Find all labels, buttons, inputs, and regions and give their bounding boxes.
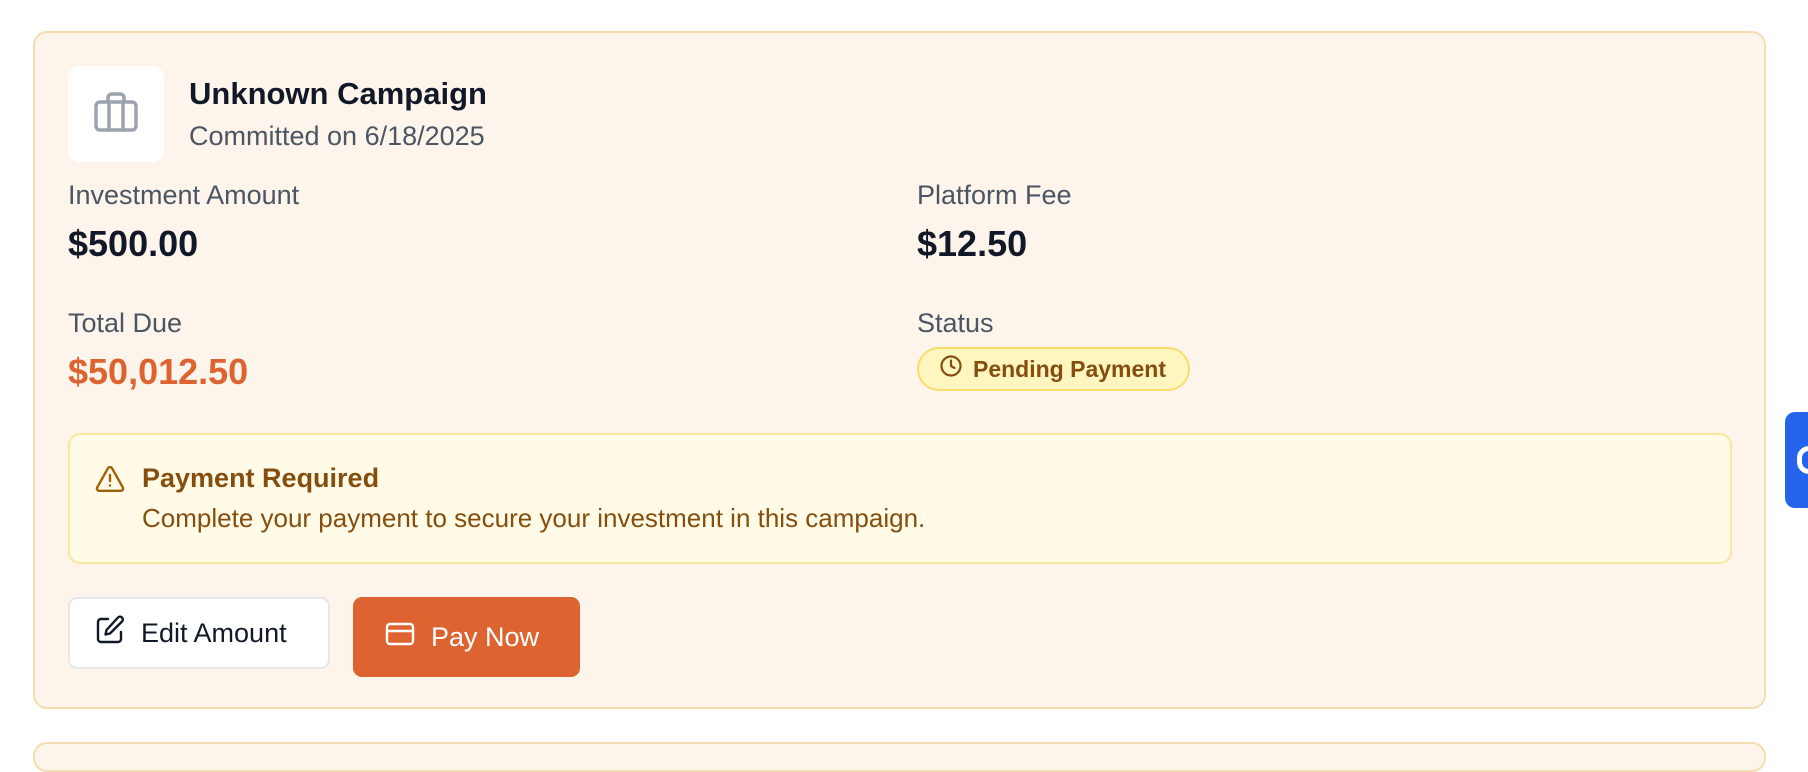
payment-required-alert: Payment Required Complete your payment t… — [68, 433, 1732, 564]
alert-title: Payment Required — [142, 463, 380, 493]
next-investment-card — [33, 742, 1766, 772]
warning-triangle-icon — [95, 465, 125, 498]
campaign-title: Unknown Campaign — [189, 76, 487, 111]
platform-fee-value: $12.50 — [917, 223, 1028, 264]
credit-card-icon — [385, 622, 431, 653]
edit-icon — [95, 614, 141, 652]
total-due-field: Total Due $50,012.50 — [68, 306, 248, 394]
alert-message: Complete your payment to secure your inv… — [142, 503, 926, 533]
committed-date: Committed on 6/18/2025 — [189, 121, 485, 151]
investment-amount-label: Investment Amount — [68, 180, 300, 210]
edit-amount-button[interactable]: Edit Amount — [68, 597, 330, 669]
campaign-header: Unknown Campaign Committed on 6/18/2025 — [68, 66, 487, 162]
briefcase-icon — [94, 91, 138, 137]
side-chat-tab[interactable] — [1785, 412, 1808, 508]
platform-fee-label: Platform Fee — [917, 180, 1072, 210]
status-field: Status Pending Payment — [917, 306, 1190, 391]
total-due-value: $50,012.50 — [68, 351, 249, 392]
pay-now-label: Pay Now — [431, 621, 540, 652]
chat-icon — [1797, 446, 1808, 474]
investment-amount-field: Investment Amount $500.00 — [68, 178, 299, 266]
status-label: Status — [917, 308, 994, 338]
edit-amount-label: Edit Amount — [141, 617, 287, 648]
pay-now-button[interactable]: Pay Now — [353, 597, 580, 677]
status-badge: Pending Payment — [917, 347, 1190, 391]
total-due-label: Total Due — [68, 308, 183, 338]
clock-icon — [939, 354, 973, 384]
status-badge-text: Pending Payment — [973, 355, 1166, 382]
platform-fee-field: Platform Fee $12.50 — [917, 178, 1072, 266]
investment-card: Unknown Campaign Committed on 6/18/2025 … — [33, 31, 1766, 709]
investment-amount-value: $500.00 — [68, 223, 199, 264]
campaign-logo — [68, 66, 164, 162]
